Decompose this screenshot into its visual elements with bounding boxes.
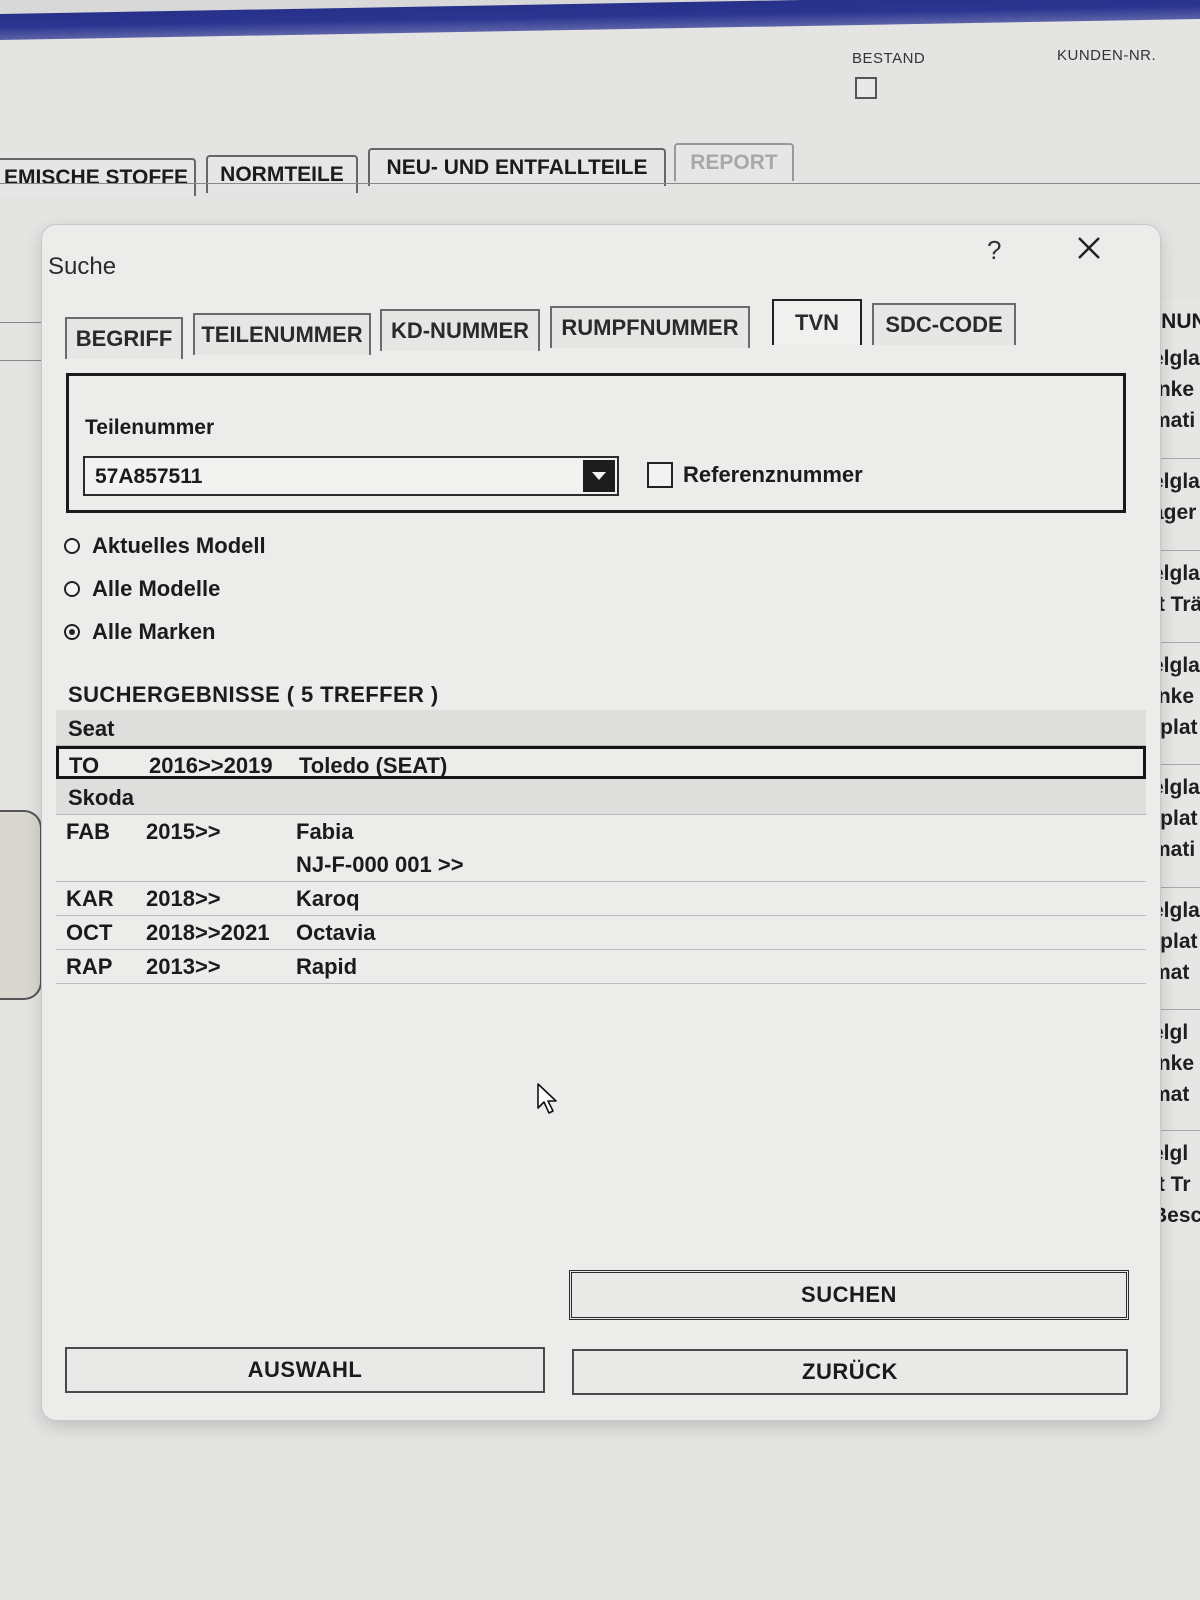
bg-tab-neu-und-entfallteile[interactable]: NEU- UND ENTFALLTEILE <box>368 148 666 186</box>
help-button[interactable]: ? <box>987 235 1001 266</box>
bg-tab-chemische-stoffe[interactable]: EMISCHE STOFFE <box>0 158 196 196</box>
radio-all-brands[interactable]: Alle Marken <box>64 619 216 645</box>
bg-left-divider <box>0 360 45 361</box>
vehicle-illustration <box>0 810 42 1000</box>
radio-all-models[interactable]: Alle Modelle <box>64 576 220 602</box>
radio-label: Alle Marken <box>92 619 216 644</box>
row-code: OCT <box>66 920 113 945</box>
group-header-seat: Seat <box>56 710 1146 746</box>
part-number-value[interactable]: 57A857511 <box>95 465 202 489</box>
radio-button-selected-icon[interactable] <box>64 624 80 640</box>
search-dialog: Suche ? BEGRIFF TEILENUMMER KD-NUMMER RU… <box>42 225 1160 1420</box>
row-code: TO <box>69 753 100 778</box>
tab-kd-nummer[interactable]: KD-NUMMER <box>380 309 540 351</box>
part-number-combobox[interactable]: 57A857511 <box>83 456 619 496</box>
row-years: 2015>> <box>146 819 221 844</box>
row-model: Rapid <box>296 954 358 979</box>
dialog-title: Suche <box>48 253 117 280</box>
back-button[interactable]: ZURÜCK <box>572 1349 1128 1395</box>
row-code: RAP <box>66 954 113 979</box>
table-row[interactable]: TO 2016>>2019 Toledo (SEAT) <box>56 746 1146 779</box>
tab-sdc-code[interactable]: SDC-CODE <box>872 303 1016 345</box>
row-model: Fabia <box>296 819 354 844</box>
mouse-pointer-icon <box>537 1083 557 1114</box>
table-row[interactable]: FAB 2015>> Fabia NJ-F-000 001 >> <box>56 815 1146 882</box>
results-list: Seat TO 2016>>2019 Toledo (SEAT) Skoda F… <box>56 710 1146 984</box>
reference-number-label: Referenznummer <box>683 462 863 487</box>
table-row[interactable]: RAP 2013>> Rapid <box>56 950 1146 984</box>
tab-teilenummer[interactable]: TEILENUMMER <box>193 313 371 355</box>
radio-button-icon[interactable] <box>64 581 80 597</box>
row-years: 2013>> <box>146 954 221 979</box>
radio-label: Aktuelles Modell <box>92 533 266 558</box>
row-code: FAB <box>66 819 110 844</box>
row-model: Karoq <box>296 886 360 911</box>
row-years: 2016>>2019 <box>149 753 273 778</box>
kunden-nr-label: KUNDEN-NR. <box>1057 47 1157 64</box>
search-results-title: SUCHERGEBNISSE ( 5 TREFFER ) <box>68 682 439 707</box>
reference-number-checkbox[interactable] <box>647 462 673 488</box>
row-model: Octavia <box>296 920 376 945</box>
bg-tab-normteile[interactable]: NORMTEILE <box>206 155 358 193</box>
row-model: Toledo (SEAT) <box>299 753 448 778</box>
bg-tab-underline <box>0 183 1200 184</box>
row-years: 2018>>2021 <box>146 920 270 945</box>
tab-begriff[interactable]: BEGRIFF <box>65 317 183 359</box>
bestand-checkbox[interactable] <box>855 77 877 99</box>
radio-current-model[interactable]: Aktuelles Modell <box>64 533 266 559</box>
tab-tvn[interactable]: TVN <box>772 299 862 345</box>
select-button[interactable]: AUSWAHL <box>65 1347 545 1393</box>
part-number-panel: Teilenummer 57A857511 Referenznummer <box>66 373 1126 513</box>
row-years: 2018>> <box>146 886 221 911</box>
part-number-label: Teilenummer <box>85 416 215 439</box>
bestand-label: BESTAND <box>852 50 926 67</box>
radio-button-icon[interactable] <box>64 538 80 554</box>
tab-rumpfnummer[interactable]: RUMPFNUMMER <box>550 306 750 348</box>
group-header-skoda: Skoda <box>56 779 1146 815</box>
table-row[interactable]: KAR 2018>> Karoq <box>56 882 1146 916</box>
close-icon[interactable] <box>1072 231 1106 265</box>
search-button[interactable]: SUCHEN <box>569 1270 1129 1320</box>
table-row[interactable]: OCT 2018>>2021 Octavia <box>56 916 1146 950</box>
bg-left-divider <box>0 322 45 323</box>
row-chassis-range: NJ-F-000 001 >> <box>296 852 464 877</box>
chevron-down-icon[interactable] <box>583 460 615 492</box>
radio-label: Alle Modelle <box>92 576 221 601</box>
row-code: KAR <box>66 886 114 911</box>
bg-tab-report: REPORT <box>674 143 794 181</box>
